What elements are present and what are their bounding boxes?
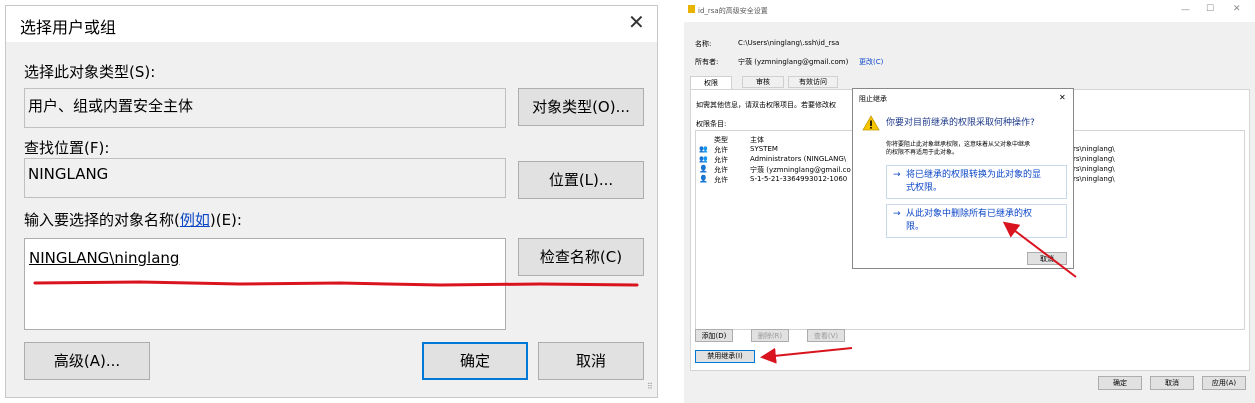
red-underline-annotation <box>33 280 639 287</box>
resize-grip-icon[interactable]: ⠿ <box>647 382 653 391</box>
red-arrow-annotations <box>760 221 1077 364</box>
cancel-button[interactable]: 取消 <box>538 342 644 380</box>
advanced-button[interactable]: 高级(A)... <box>24 342 150 380</box>
ok-button[interactable]: 确定 <box>422 342 528 380</box>
